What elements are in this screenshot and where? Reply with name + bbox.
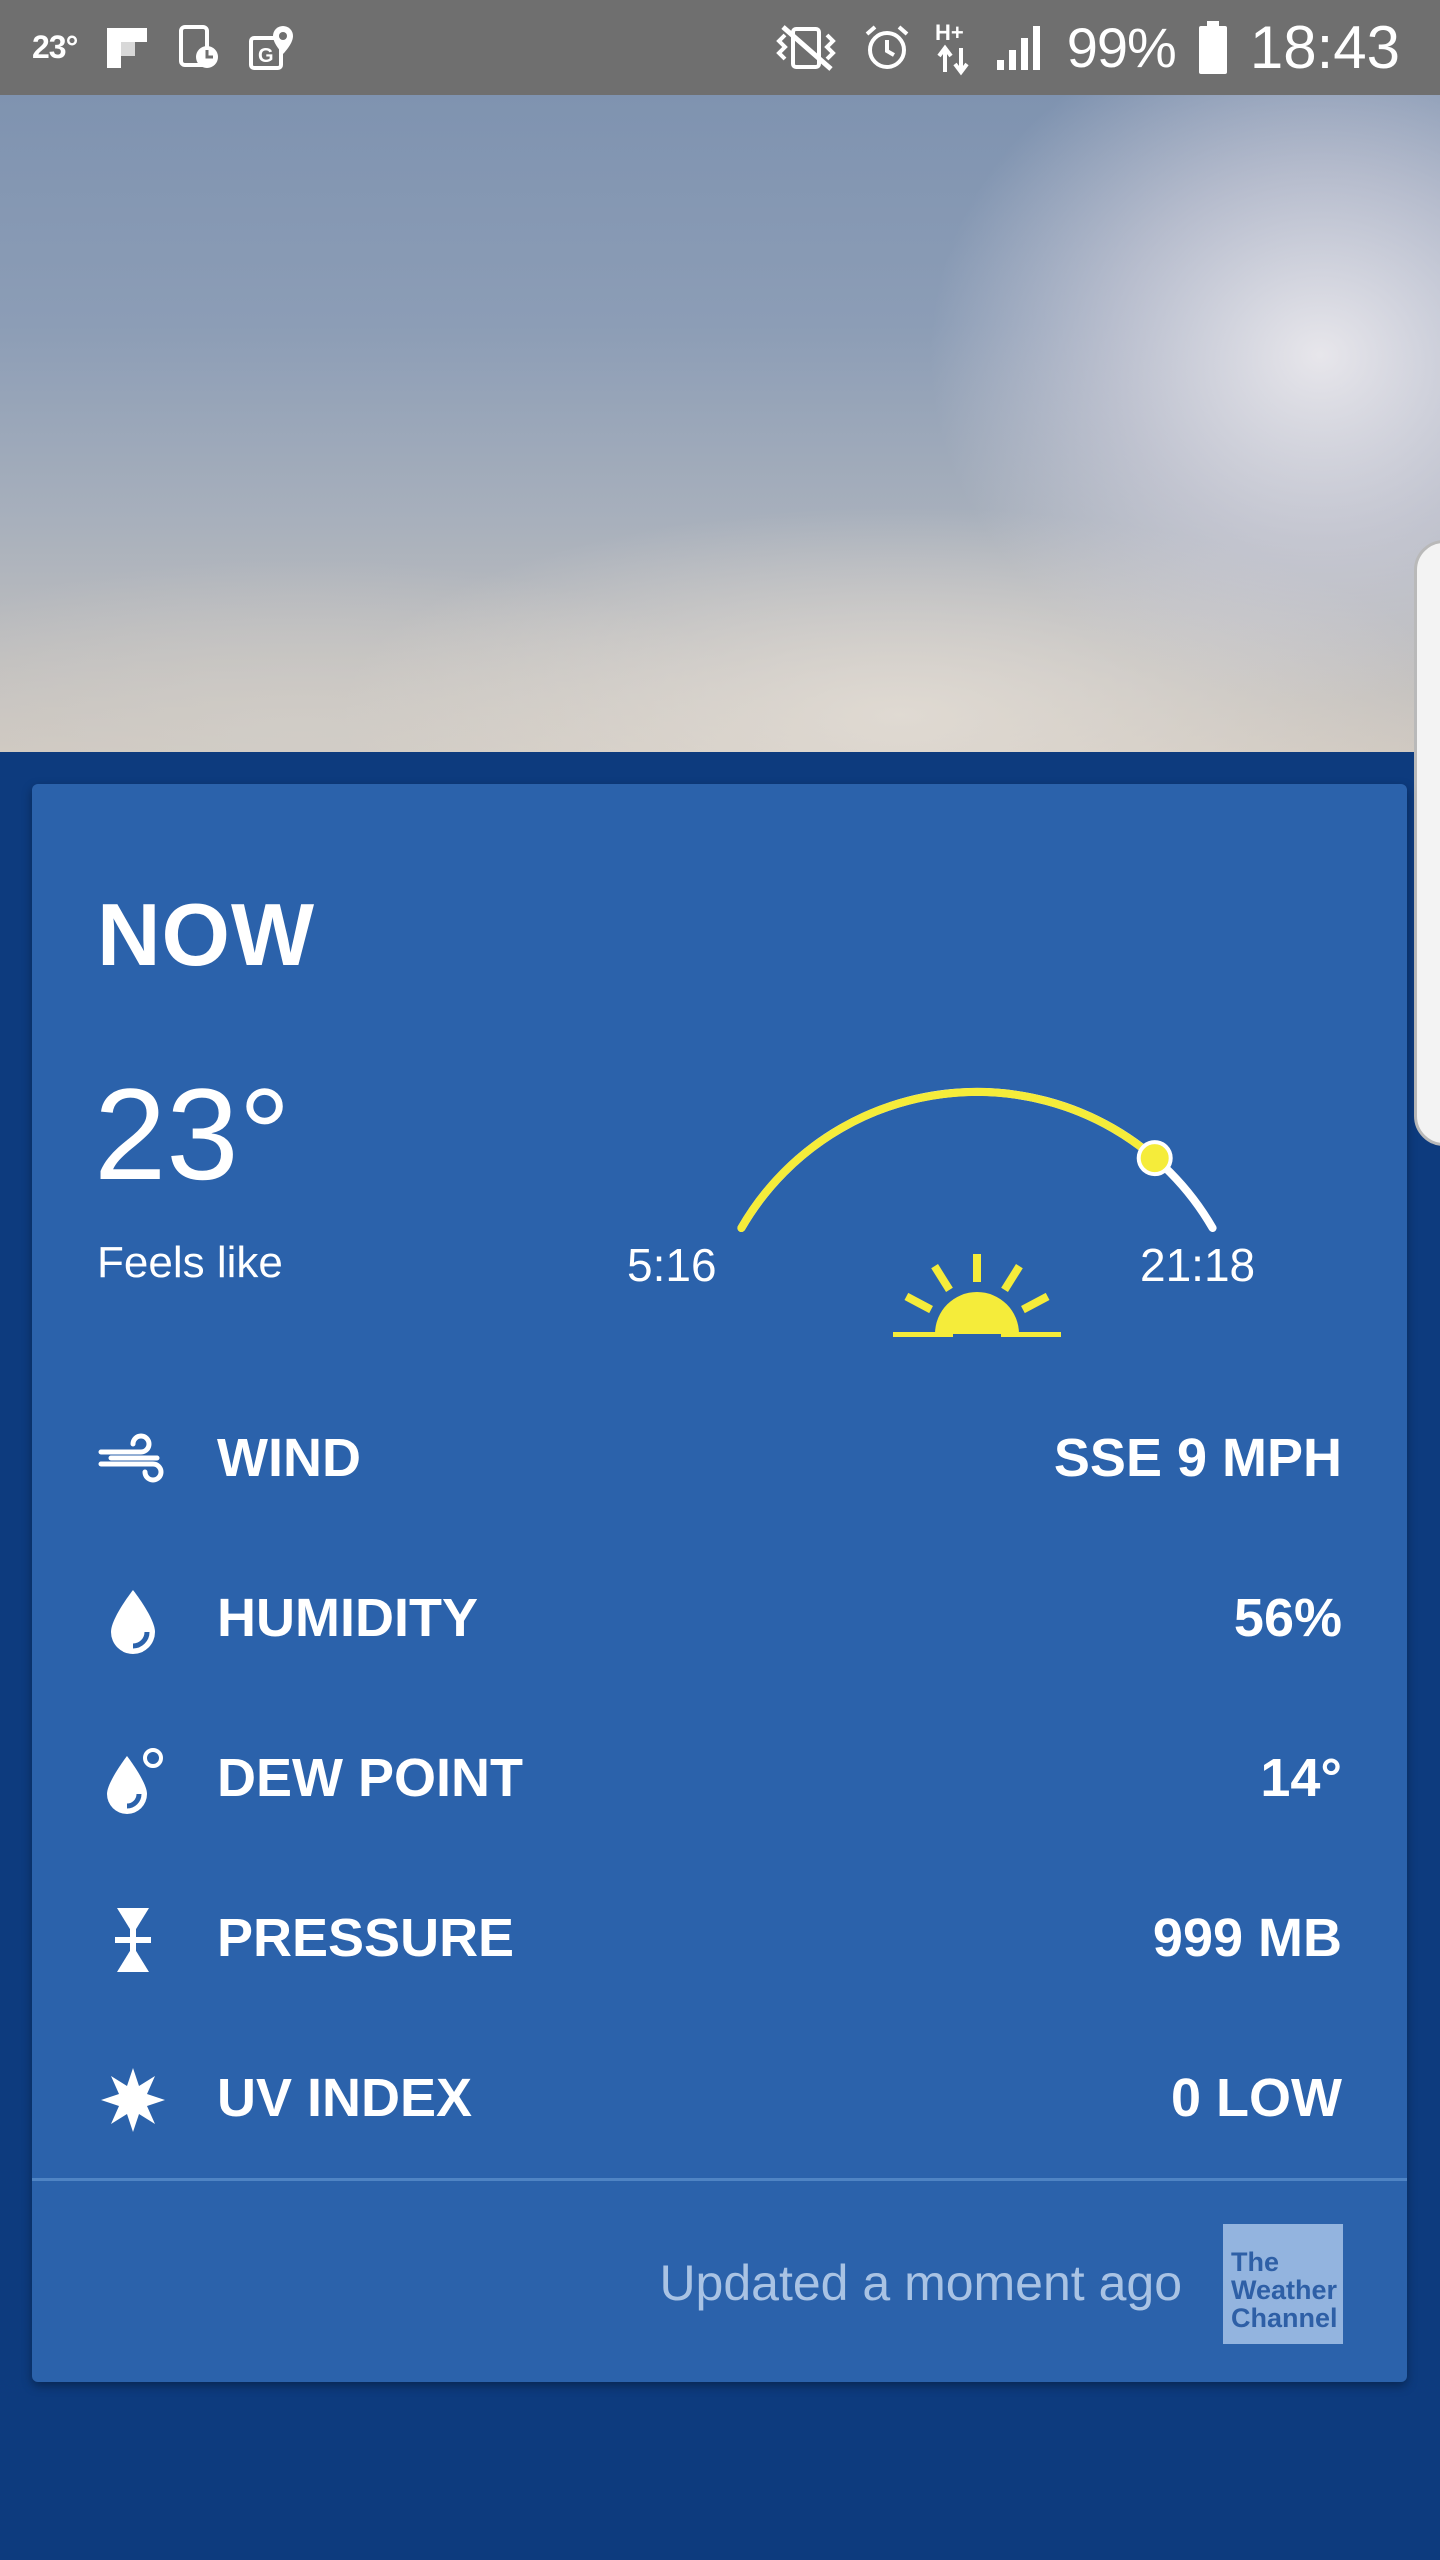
detail-row-pressure: PRESSURE 999 MB — [32, 1882, 1407, 1982]
card-divider — [32, 2178, 1407, 2181]
updated-status-text: Updated a moment ago — [659, 2255, 1182, 2311]
uv-index-value: 0 LOW — [1171, 2068, 1342, 2128]
status-temperature: 23° — [32, 29, 78, 65]
dew-point-label: DEW POINT — [217, 1748, 523, 1808]
data-arrows-icon: H+ — [933, 20, 973, 76]
dew-point-value: 14° — [1260, 1748, 1342, 1808]
google-maps-icon: G — [249, 24, 295, 72]
dew-point-icon — [97, 1744, 169, 1816]
svg-text:G: G — [258, 45, 274, 67]
weather-screen: 23° G H+ 99% 18:43 NOW 23° Feels like 5:… — [0, 0, 1440, 2560]
battery-percent: 99% — [1066, 16, 1177, 79]
humidity-value: 56% — [1233, 1588, 1342, 1648]
uv-sun-icon — [97, 2064, 169, 2136]
sun-position-marker — [1136, 1140, 1173, 1177]
wind-label: WIND — [217, 1428, 361, 1488]
status-bar-right: H+ 99% 18:43 — [771, 0, 1400, 95]
device-clock-icon — [177, 24, 221, 71]
alarm-icon — [863, 24, 911, 72]
logo-line-1: The — [1231, 2247, 1280, 2277]
detail-row-dew-point: DEW POINT 14° — [32, 1722, 1407, 1822]
battery-icon — [1198, 20, 1228, 75]
signal-icon — [995, 24, 1045, 72]
sunrise-time: 5:16 — [627, 1239, 717, 1291]
sun-arc-graphic — [737, 1087, 1217, 1337]
network-type-label: H+ — [935, 20, 964, 45]
detail-row-wind: WIND SSE 9 MPH — [32, 1402, 1407, 1502]
detail-row-uv-index: UV INDEX 0 LOW — [32, 2042, 1407, 2142]
logo-line-3: Channel — [1231, 2303, 1338, 2333]
pressure-value: 999 MB — [1152, 1908, 1342, 1968]
wind-value: SSE 9 MPH — [1053, 1428, 1342, 1488]
humidity-label: HUMIDITY — [217, 1588, 478, 1648]
edge-panel-handle[interactable] — [1414, 540, 1440, 1146]
sun-icon — [893, 1254, 1061, 1337]
vibrate-icon — [771, 23, 841, 73]
weather-channel-logo[interactable]: The Weather Channel — [1223, 2224, 1343, 2344]
wind-icon — [97, 1424, 169, 1496]
status-time: 18:43 — [1249, 14, 1400, 81]
uv-index-label: UV INDEX — [217, 2068, 473, 2128]
card-title: NOW — [97, 885, 316, 984]
now-card: NOW 23° Feels like 5:16 21:18 WIND SSE 9… — [32, 784, 1407, 2382]
status-bar: 23° G H+ 99% 18:43 — [0, 0, 1440, 95]
daylight-arc-progress — [737, 1088, 1159, 1232]
current-temperature: 23° — [94, 1061, 291, 1207]
status-bar-left: 23° G — [32, 0, 295, 95]
humidity-drop-icon — [97, 1584, 169, 1656]
feels-like-label: Feels like — [97, 1238, 283, 1287]
logo-line-2: Weather — [1231, 2275, 1338, 2305]
sky-background-image — [0, 95, 1440, 752]
flipboard-icon — [105, 26, 149, 70]
pressure-label: PRESSURE — [217, 1908, 515, 1968]
pressure-icon — [97, 1904, 169, 1976]
sunset-time: 21:18 — [1140, 1239, 1256, 1291]
detail-row-humidity: HUMIDITY 56% — [32, 1562, 1407, 1662]
